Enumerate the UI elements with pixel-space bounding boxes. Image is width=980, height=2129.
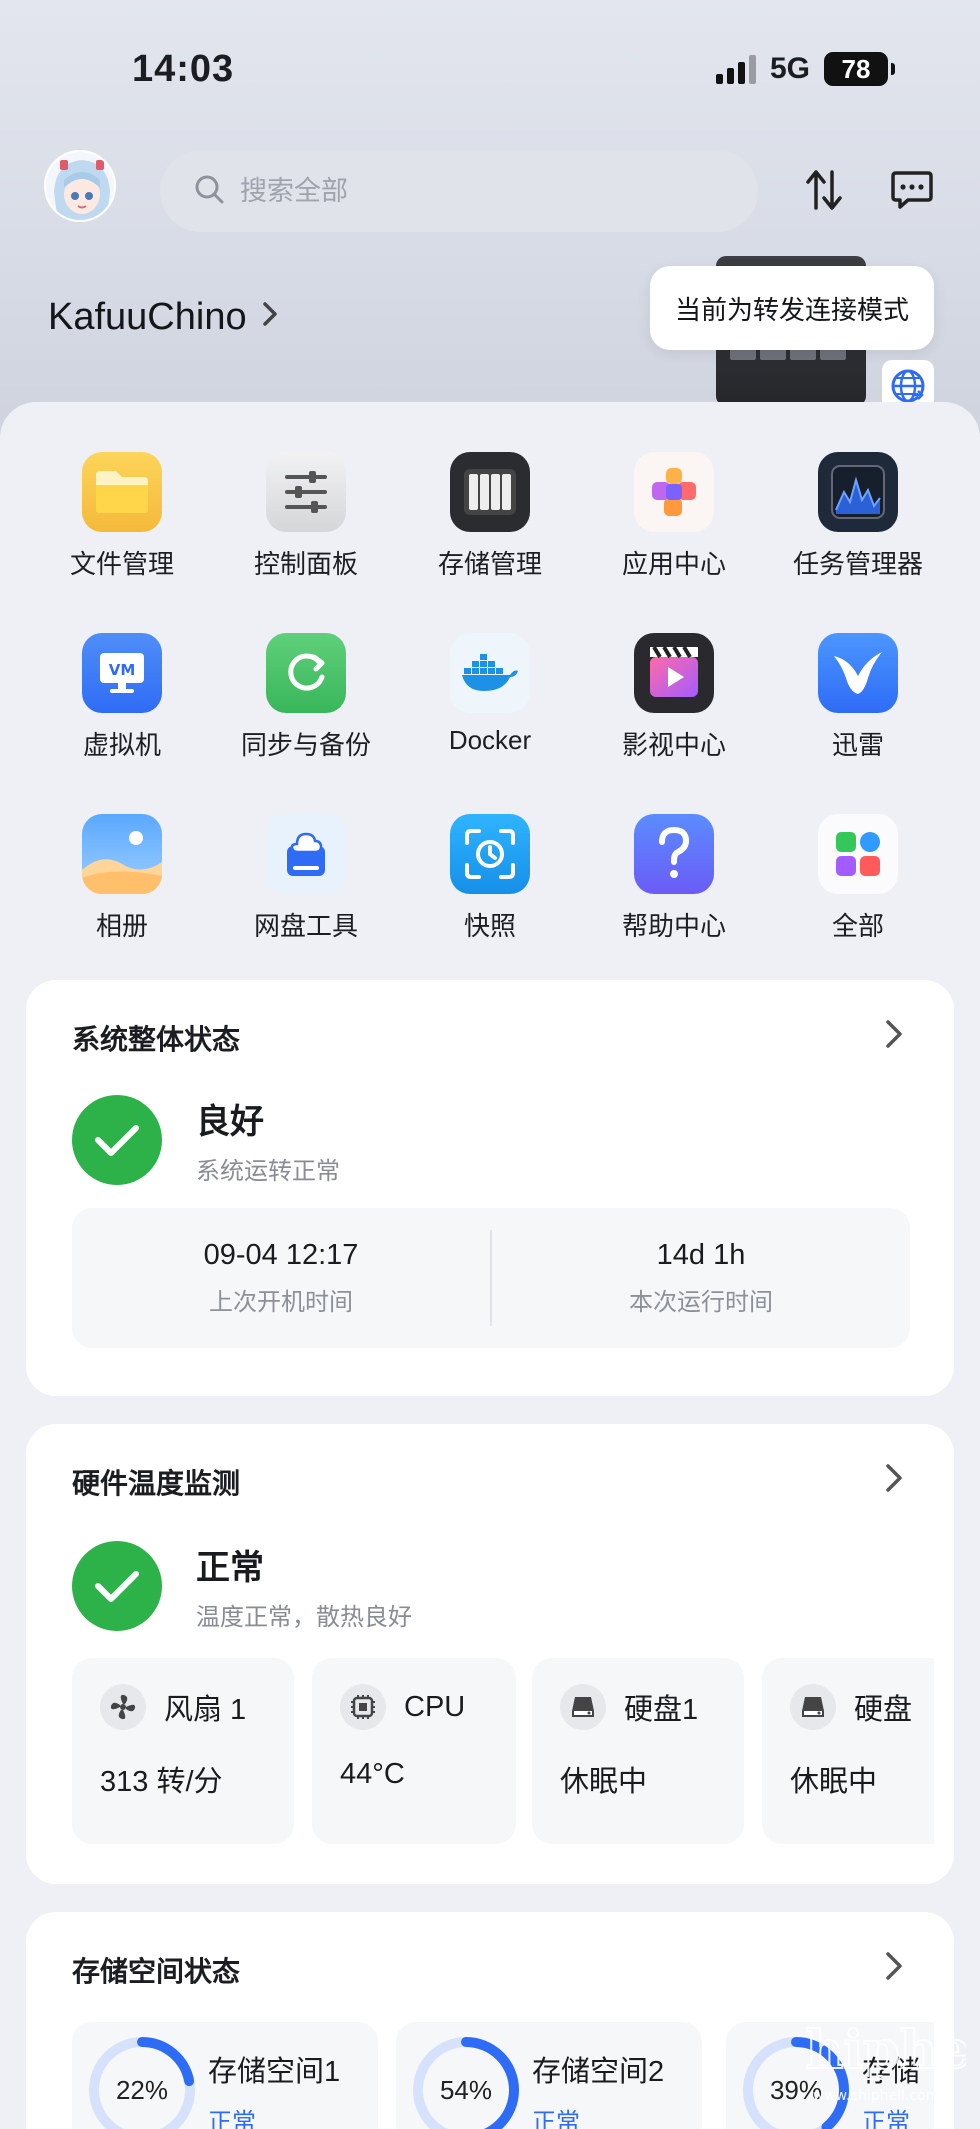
search-icon bbox=[194, 174, 224, 209]
system-status-summary: 良好 系统运转正常 bbox=[72, 1094, 340, 1186]
sensor-value: 休眠中 bbox=[560, 1766, 648, 1798]
sensor-value: 44°C bbox=[340, 1758, 405, 1790]
app-docker[interactable]: Docker bbox=[398, 633, 582, 762]
vm-icon: VM bbox=[82, 633, 162, 713]
usage-ring: 54% bbox=[410, 2034, 522, 2129]
svg-text:VM: VM bbox=[109, 661, 136, 679]
app-control-panel[interactable]: 控制面板 bbox=[214, 452, 398, 581]
cpu-icon bbox=[340, 1684, 386, 1730]
folder-icon bbox=[82, 452, 162, 532]
app-file-manager[interactable]: 文件管理 bbox=[30, 452, 214, 581]
snapshot-icon bbox=[450, 814, 530, 894]
usage-ring: 22% bbox=[86, 2034, 198, 2129]
app-snapshot[interactable]: 快照 bbox=[398, 814, 582, 943]
app-all-apps[interactable]: 全部 bbox=[766, 814, 950, 943]
uptime-value: 14d 1h bbox=[656, 1239, 746, 1271]
app-storage-manager[interactable]: 存储管理 bbox=[398, 452, 582, 581]
docker-icon bbox=[450, 633, 530, 713]
watermark-text: chiphell bbox=[806, 2020, 966, 2081]
app-grid: 文件管理 控制面板 存储管理 应用中心 任务管理器 VM 虚拟机 同步与备份 D… bbox=[30, 452, 950, 943]
signal-icon bbox=[715, 54, 756, 84]
video-icon bbox=[634, 633, 714, 713]
storage-pool-list[interactable]: 22% 存储空间1 正常 54% 存储空间2 正常 39% 存储 正常 bbox=[72, 2022, 934, 2129]
sliders-icon bbox=[266, 452, 346, 532]
temperature-summary: 正常 温度正常，散热良好 bbox=[72, 1540, 412, 1632]
sensor-fan[interactable]: 风扇 1 313 转/分 bbox=[72, 1658, 294, 1844]
app-center-icon bbox=[634, 452, 714, 532]
app-thunder[interactable]: 迅雷 bbox=[766, 633, 950, 762]
chevron-right-icon bbox=[261, 298, 279, 337]
all-apps-icon bbox=[818, 814, 898, 894]
system-status-card[interactable]: 系统整体状态 良好 系统运转正常 09-04 12:17 上次开机时间 14d … bbox=[26, 980, 954, 1396]
storage-title: 存储空间状态 bbox=[72, 1956, 241, 1987]
cloud-drive-icon bbox=[266, 814, 346, 894]
storage-pool-1[interactable]: 22% 存储空间1 正常 bbox=[72, 2022, 378, 2129]
status-indicators: 5G 78 bbox=[715, 52, 895, 86]
disk-icon bbox=[790, 1684, 836, 1730]
last-boot-value: 09-04 12:17 bbox=[203, 1239, 359, 1271]
photo-icon bbox=[82, 814, 162, 894]
temperature-card[interactable]: 硬件温度监测 正常 温度正常，散热良好 风扇 1 313 转/分 CPU 44°… bbox=[26, 1424, 954, 1884]
search-bar[interactable] bbox=[160, 150, 758, 232]
system-state: 良好 bbox=[196, 1103, 264, 1141]
app-photos[interactable]: 相册 bbox=[30, 814, 214, 943]
storage-icon bbox=[450, 452, 530, 532]
chevron-right-icon[interactable] bbox=[880, 1946, 910, 1986]
user-name: KafuuChino bbox=[48, 296, 247, 338]
avatar[interactable] bbox=[44, 150, 116, 222]
sensor-disk-2[interactable]: 硬盘 休眠中 bbox=[762, 1658, 934, 1844]
sensor-disk-1[interactable]: 硬盘1 休眠中 bbox=[532, 1658, 744, 1844]
temperature-state: 正常 bbox=[196, 1549, 264, 1587]
sensor-value: 313 转/分 bbox=[100, 1766, 223, 1798]
sensor-cpu[interactable]: CPU 44°C bbox=[312, 1658, 516, 1844]
task-monitor-icon bbox=[818, 452, 898, 532]
sensor-value: 休眠中 bbox=[790, 1766, 878, 1798]
network-type: 5G bbox=[769, 52, 810, 85]
check-icon bbox=[72, 1541, 162, 1631]
temperature-title: 硬件温度监测 bbox=[72, 1468, 241, 1499]
uptime-panel: 09-04 12:17 上次开机时间 14d 1h 本次运行时间 bbox=[72, 1208, 910, 1348]
check-icon bbox=[72, 1095, 162, 1185]
fan-icon bbox=[100, 1684, 146, 1730]
app-virtual-machine[interactable]: VM 虚拟机 bbox=[30, 633, 214, 762]
app-cloud-drive-tool[interactable]: 网盘工具 bbox=[214, 814, 398, 943]
app-help-center[interactable]: 帮助中心 bbox=[582, 814, 766, 943]
system-status-title: 系统整体状态 bbox=[72, 1024, 241, 1055]
system-state-description: 系统运转正常 bbox=[196, 1158, 340, 1185]
storage-pool-2[interactable]: 54% 存储空间2 正常 bbox=[396, 2022, 702, 2129]
help-icon bbox=[634, 814, 714, 894]
app-app-center[interactable]: 应用中心 bbox=[582, 452, 766, 581]
app-task-manager[interactable]: 任务管理器 bbox=[766, 452, 950, 581]
app-sync-backup[interactable]: 同步与备份 bbox=[214, 633, 398, 762]
uptime-label: 本次运行时间 bbox=[629, 1289, 773, 1316]
sensor-list[interactable]: 风扇 1 313 转/分 CPU 44°C 硬盘1 休眠中 硬盘 休眠中 bbox=[72, 1658, 934, 1844]
connection-mode-tooltip: 当前为转发连接模式 bbox=[650, 266, 934, 350]
temperature-description: 温度正常，散热良好 bbox=[196, 1604, 412, 1631]
app-video-center[interactable]: 影视中心 bbox=[582, 633, 766, 762]
thunder-icon bbox=[818, 633, 898, 713]
chiphell-watermark: chiphell www.chiphell.com bbox=[773, 2010, 980, 2120]
watermark-url: www.chiphell.com bbox=[813, 2088, 939, 2104]
disk-icon bbox=[560, 1684, 606, 1730]
user-name-link[interactable]: KafuuChino bbox=[48, 296, 279, 339]
message-icon[interactable] bbox=[882, 160, 942, 220]
battery-icon: 78 bbox=[824, 52, 895, 86]
chevron-right-icon[interactable] bbox=[880, 1014, 910, 1054]
last-boot-label: 上次开机时间 bbox=[209, 1289, 353, 1316]
sync-icon bbox=[266, 633, 346, 713]
transfer-icon[interactable] bbox=[794, 160, 854, 220]
search-input[interactable] bbox=[240, 175, 720, 207]
status-time: 14:03 bbox=[132, 48, 235, 90]
chevron-right-icon[interactable] bbox=[880, 1458, 910, 1498]
